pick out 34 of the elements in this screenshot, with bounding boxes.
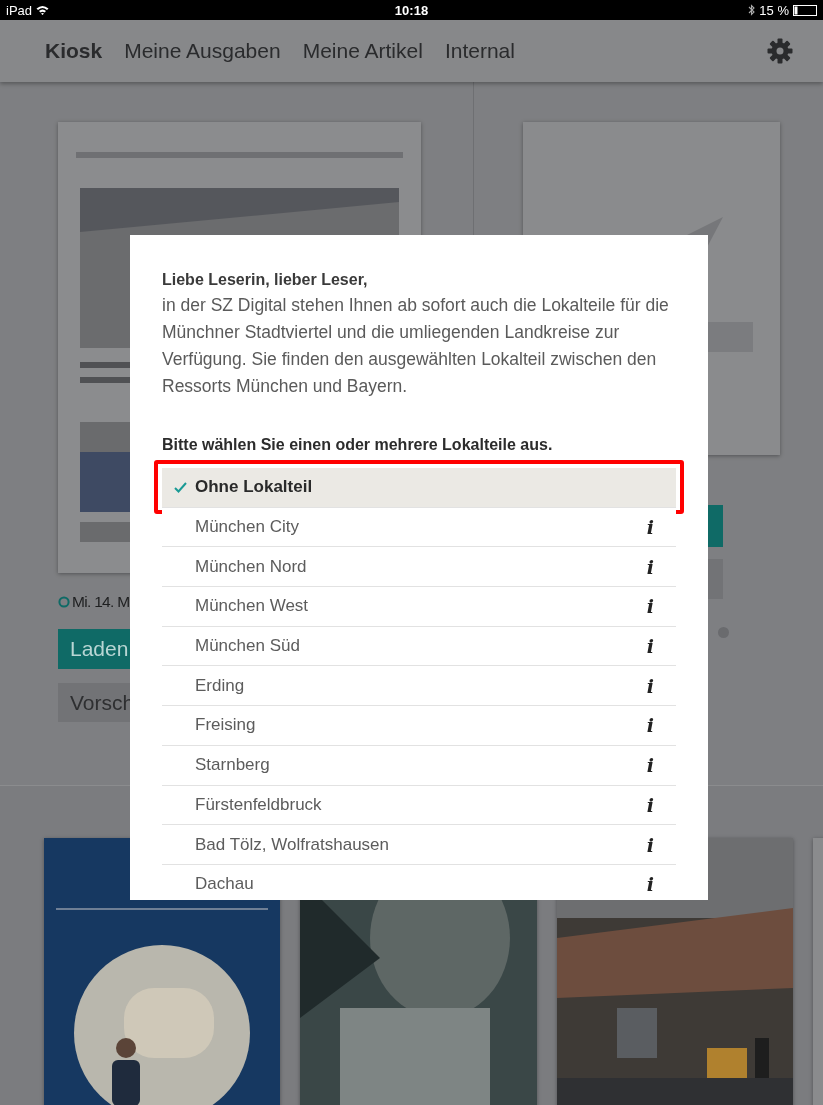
battery-percent: 15 % bbox=[759, 2, 789, 18]
option-label: München West bbox=[195, 596, 310, 617]
option-label: Fürstenfeldbruck bbox=[195, 794, 323, 815]
option-label: Bad Tölz, Wolfratshausen bbox=[195, 834, 391, 855]
info-icon[interactable]: i bbox=[646, 754, 654, 777]
info-icon[interactable]: i bbox=[646, 595, 654, 618]
option-label: München Süd bbox=[195, 636, 301, 657]
nav-tab[interactable]: Meine Artikel bbox=[302, 39, 423, 63]
info-icon[interactable]: i bbox=[646, 714, 654, 737]
info-icon[interactable]: i bbox=[646, 516, 654, 539]
nav-tab[interactable]: Meine Ausgaben bbox=[124, 39, 281, 63]
info-icon[interactable]: i bbox=[646, 873, 654, 896]
option-row[interactable]: Ohne Lokalteil bbox=[162, 468, 676, 508]
clock-time: 10:18 bbox=[394, 2, 429, 18]
option-label: Starnberg bbox=[195, 755, 271, 776]
info-icon[interactable]: i bbox=[646, 793, 654, 816]
device-name: iPad bbox=[6, 2, 33, 18]
option-label: München Nord bbox=[195, 556, 308, 577]
option-label: Erding bbox=[195, 675, 246, 696]
dialog-greeting: Liebe Leserin, lieber Leser, bbox=[162, 270, 369, 290]
info-icon[interactable]: i bbox=[646, 635, 654, 658]
issue-date: Mi. 14. M bbox=[72, 593, 130, 611]
dialog-message: in der SZ Digital stehen Ihnen ab sofort auch die Lokalteile für die Münchner Stadtviertel und die umliegenden Landkreise zur Verfügung. Sie finden den ausgewählten Lokalteil zwischen den Ressorts München und Bayern. bbox=[162, 294, 670, 398]
option-label: Freising bbox=[195, 715, 257, 736]
info-icon[interactable]: i bbox=[646, 674, 654, 697]
option-label: Dachau bbox=[195, 874, 255, 895]
option-label: München City bbox=[195, 517, 300, 538]
option-label: Ohne Lokalteil bbox=[195, 477, 314, 498]
info-icon[interactable]: i bbox=[646, 555, 654, 578]
info-icon[interactable]: i bbox=[646, 833, 654, 856]
option-row[interactable]: München City i bbox=[162, 507, 676, 548]
dialog-prompt: Bitte wählen Sie einen oder mehrere Lokalteile aus. bbox=[162, 435, 554, 455]
nav-tab[interactable]: Kiosk bbox=[45, 39, 103, 63]
nav-tab[interactable]: Internal bbox=[444, 39, 515, 63]
